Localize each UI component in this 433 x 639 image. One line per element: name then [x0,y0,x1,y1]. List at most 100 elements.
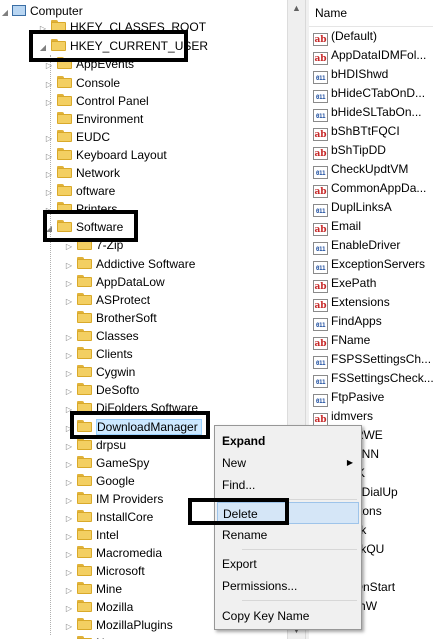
value-row[interactable]: 011 ExceptionServers [313,255,425,274]
folder-icon [77,293,92,305]
tree-node[interactable]: ▷ drpsu [64,436,126,454]
tree-node-label: Classes [96,329,139,343]
tree-node[interactable]: ▷Nt... [64,634,118,639]
tree-node[interactable]: ▷ ASProtect [64,291,150,309]
tree-node[interactable]: ▷ DownloadManager [64,418,202,436]
value-row[interactable]: ab (Default) [313,27,378,46]
folder-icon [57,76,72,88]
tree-node[interactable]: ▷ Printers [44,200,117,218]
tree-node[interactable]: ▷ MozillaPlugins [64,616,173,634]
value-row[interactable]: 011 CheckUpdtVM [313,160,409,179]
tree-node[interactable]: ▷ AppDataLow [64,273,165,291]
string-value-icon: ab [313,128,328,141]
tree-node[interactable]: ▷ Network [44,164,120,182]
value-row[interactable]: 011 FSPSSettingsCh... [313,350,431,369]
value-row[interactable]: ab Extensions [313,293,390,312]
tree-node[interactable]: ▷ Control Panel [44,92,149,110]
value-row[interactable]: 011 FtpPasive [313,388,384,407]
tree-node[interactable]: BrotherSoft [64,309,157,327]
folder-icon [77,311,92,323]
menu-rename[interactable]: Rename [217,524,359,546]
binary-value-icon: 011 [313,90,328,103]
value-name: CheckUpdtVM [331,162,409,176]
tree-node[interactable]: ▷ Mine [64,580,122,598]
tree-node[interactable]: ▷ Clients [64,345,133,363]
value-row[interactable]: 011 bHideSLTabOn... [313,103,422,122]
tree-node[interactable]: ▷ IM Providers [64,490,163,508]
tree-node[interactable]: ▷ GameSpy [64,454,149,472]
value-row[interactable]: ab CommonAppDa... [313,179,426,198]
tree-node[interactable]: ◢ Software [44,218,123,236]
binary-value-icon: 011 [313,356,328,369]
tree-node[interactable]: ▷ Intel [64,526,119,544]
tree-node[interactable]: ▷ Cygwin [64,363,135,381]
tree-node-label: DeSofto [96,383,140,397]
value-name: FName [331,333,371,347]
value-row[interactable]: 011 bHideCTabOnD... [313,84,425,103]
tree-node[interactable]: ◢ HKEY_CURRENT_USER [38,37,208,55]
tree-node[interactable]: ▷ DeSofto [64,381,139,399]
binary-value-icon: 011 [313,318,328,331]
menu-find[interactable]: Find... [217,474,359,496]
value-row[interactable]: ab FName [313,331,371,350]
tree-node[interactable]: ▷ InstallCore [64,508,153,526]
expand-arrow-icon[interactable]: ▷ [44,57,54,75]
collapse-arrow-icon[interactable]: ◢ [44,220,54,238]
binary-value-icon: 011 [313,375,328,388]
tree-node[interactable]: ▷ Keyboard Layout [44,146,167,164]
column-header-name[interactable]: Name [309,0,433,27]
submenu-arrow-icon: ▶ [346,458,353,467]
menu-export[interactable]: Export [217,553,359,575]
tree-node[interactable]: ▷ DiFolders Software [64,399,198,417]
value-row[interactable]: ab bShBTtFQCI [313,122,400,141]
folder-icon [57,184,72,196]
expand-arrow-icon[interactable]: ▷ [64,401,74,419]
tree-node-label: Control Panel [76,94,149,108]
menu-copy-key-name[interactable]: Copy Key Name [217,605,359,627]
value-row[interactable]: 011 bHDIShwd [313,65,388,84]
value-row[interactable]: ab AppDataIDMFol... [313,46,427,65]
value-row[interactable]: ab bShTipDD [313,141,386,160]
folder-icon [77,365,92,377]
value-row[interactable]: 011 FSSettingsCheck... [313,369,433,388]
tree-node[interactable]: ▷ Console [44,74,120,92]
value-name: AppDataIDMFol... [331,48,427,62]
value-row[interactable]: ab idmvers [313,407,373,426]
tree-node[interactable]: ▷ Mozilla [64,598,133,616]
menu-new-label: New [222,456,247,470]
tree-node-label: oftware [76,184,116,198]
tree-node[interactable]: ▷ Microsoft [64,562,145,580]
tree-node[interactable]: ▷ EUDC [44,128,110,146]
tree-node[interactable]: ▷ Classes [64,327,139,345]
tree-node[interactable]: ▷ oftware [44,182,115,200]
folder-icon [77,456,92,468]
tree-node-label: DiFolders Software [96,401,199,415]
expand-arrow-icon[interactable]: ▷ [38,20,48,38]
tree-node-label: Mozilla [96,600,134,614]
tree-node[interactable]: ▷ Google [64,472,135,490]
value-row[interactable]: ab ExePath [313,274,377,293]
value-row[interactable]: 011 DuplLinksA [313,198,392,217]
tree-node[interactable]: ▷ Addictive Software [64,255,195,273]
menu-delete[interactable]: Delete [217,502,359,524]
expand-arrow-icon[interactable]: ▷ [64,238,74,256]
value-row[interactable]: 011 FindApps [313,312,382,331]
tree-node[interactable]: ▷ 7-Zip [64,236,123,254]
tree-node[interactable]: Environment [44,110,143,128]
folder-icon [57,148,72,160]
value-row[interactable]: 011 EnableDriver [313,236,400,255]
value-name: ExePath [331,276,377,290]
value-name: (Default) [331,29,378,43]
menu-permissions[interactable]: Permissions... [217,575,359,597]
value-row[interactable]: ab Email [313,217,361,236]
folder-icon [57,220,72,232]
collapse-arrow-icon[interactable]: ◢ [0,4,10,22]
menu-expand[interactable]: Expand [217,430,359,452]
folder-icon [77,618,92,630]
tree-node[interactable]: ▷ HKEY_CLASSES_ROOT [38,18,206,36]
menu-new[interactable]: New ▶ [217,452,359,474]
tree-node[interactable]: ▷ AppEvents [44,55,134,73]
scroll-up-icon[interactable]: ▲ [288,0,305,17]
tree-node[interactable]: ▷ Macromedia [64,544,162,562]
string-value-icon: ab [313,337,328,350]
